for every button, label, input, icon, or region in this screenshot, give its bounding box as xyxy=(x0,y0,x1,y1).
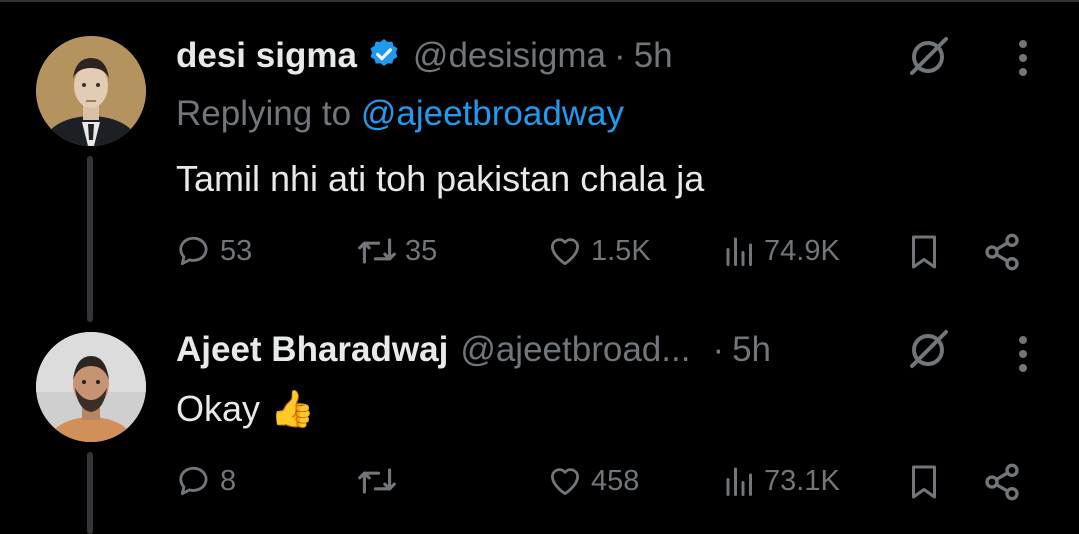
tweet-header: desi sigma @desisigma · 5h xyxy=(176,33,673,76)
avatar[interactable] xyxy=(36,332,146,442)
like-icon xyxy=(550,238,580,266)
tweet-header: Ajeet Bharadwaj @ajeetbroad... · 5h xyxy=(176,330,771,370)
more-icon[interactable] xyxy=(1017,38,1029,78)
grok-icon[interactable] xyxy=(906,33,950,77)
separator: · xyxy=(712,330,725,369)
reply-button[interactable]: 53 xyxy=(176,232,252,270)
timestamp[interactable]: 5h xyxy=(634,36,673,76)
display-name[interactable]: Ajeet Bharadwaj xyxy=(176,330,448,370)
separator: · xyxy=(614,36,626,75)
view-count: 73.1K xyxy=(764,464,840,497)
reply-icon xyxy=(179,466,208,496)
share-icon[interactable] xyxy=(982,462,1022,507)
display-name[interactable]: desi sigma xyxy=(176,36,357,76)
retweet-button[interactable]: 35 xyxy=(355,232,437,270)
views-button[interactable]: 74.9K xyxy=(722,232,840,270)
share-icon[interactable] xyxy=(982,232,1022,277)
like-count: 1.5K xyxy=(591,234,651,267)
views-icon xyxy=(726,467,752,496)
replying-to: Replying to @ajeetbroadway xyxy=(176,94,624,134)
replying-handle-link[interactable]: @ajeetbroadway xyxy=(361,94,624,133)
like-count: 458 xyxy=(591,464,640,497)
verified-badge-icon xyxy=(367,37,401,71)
reply-count: 53 xyxy=(220,234,253,267)
bookmark-icon[interactable] xyxy=(906,232,942,277)
retweet-count: 35 xyxy=(405,234,438,267)
tweet-ajeet-bharadwaj[interactable]: Ajeet Bharadwaj @ajeetbroad... · 5h Okay… xyxy=(0,320,1079,534)
user-handle[interactable]: @ajeetbroad... xyxy=(460,330,690,370)
bookmark-icon[interactable] xyxy=(906,462,942,507)
user-handle[interactable]: @desisigma xyxy=(413,36,606,76)
grok-icon[interactable] xyxy=(906,326,950,370)
reply-count: 8 xyxy=(220,464,237,497)
replying-prefix: Replying to xyxy=(176,94,352,133)
timestamp[interactable]: 5h xyxy=(732,330,771,370)
action-bar: 8 458 73.1K xyxy=(0,462,1079,502)
view-count: 74.9K xyxy=(764,234,840,267)
tweet-text: Tamil nhi ati toh pakistan chala ja xyxy=(176,158,705,199)
like-button[interactable]: 458 xyxy=(545,462,639,500)
like-icon xyxy=(550,468,580,496)
avatar[interactable] xyxy=(36,36,146,146)
more-icon[interactable] xyxy=(1017,334,1029,374)
action-bar: 53 35 1.5K 74.9K xyxy=(0,232,1079,272)
like-button[interactable]: 1.5K xyxy=(545,232,651,270)
tweet-text: Okay 👍 xyxy=(176,388,315,429)
retweet-icon xyxy=(358,468,396,494)
retweet-button[interactable] xyxy=(355,462,405,500)
views-icon xyxy=(726,237,752,266)
reply-button[interactable]: 8 xyxy=(176,462,236,500)
reply-icon xyxy=(179,236,208,266)
tweet-desi-sigma[interactable]: desi sigma @desisigma · 5h Replying to @… xyxy=(0,0,1079,322)
views-button[interactable]: 73.1K xyxy=(722,462,840,500)
retweet-icon xyxy=(358,238,396,264)
